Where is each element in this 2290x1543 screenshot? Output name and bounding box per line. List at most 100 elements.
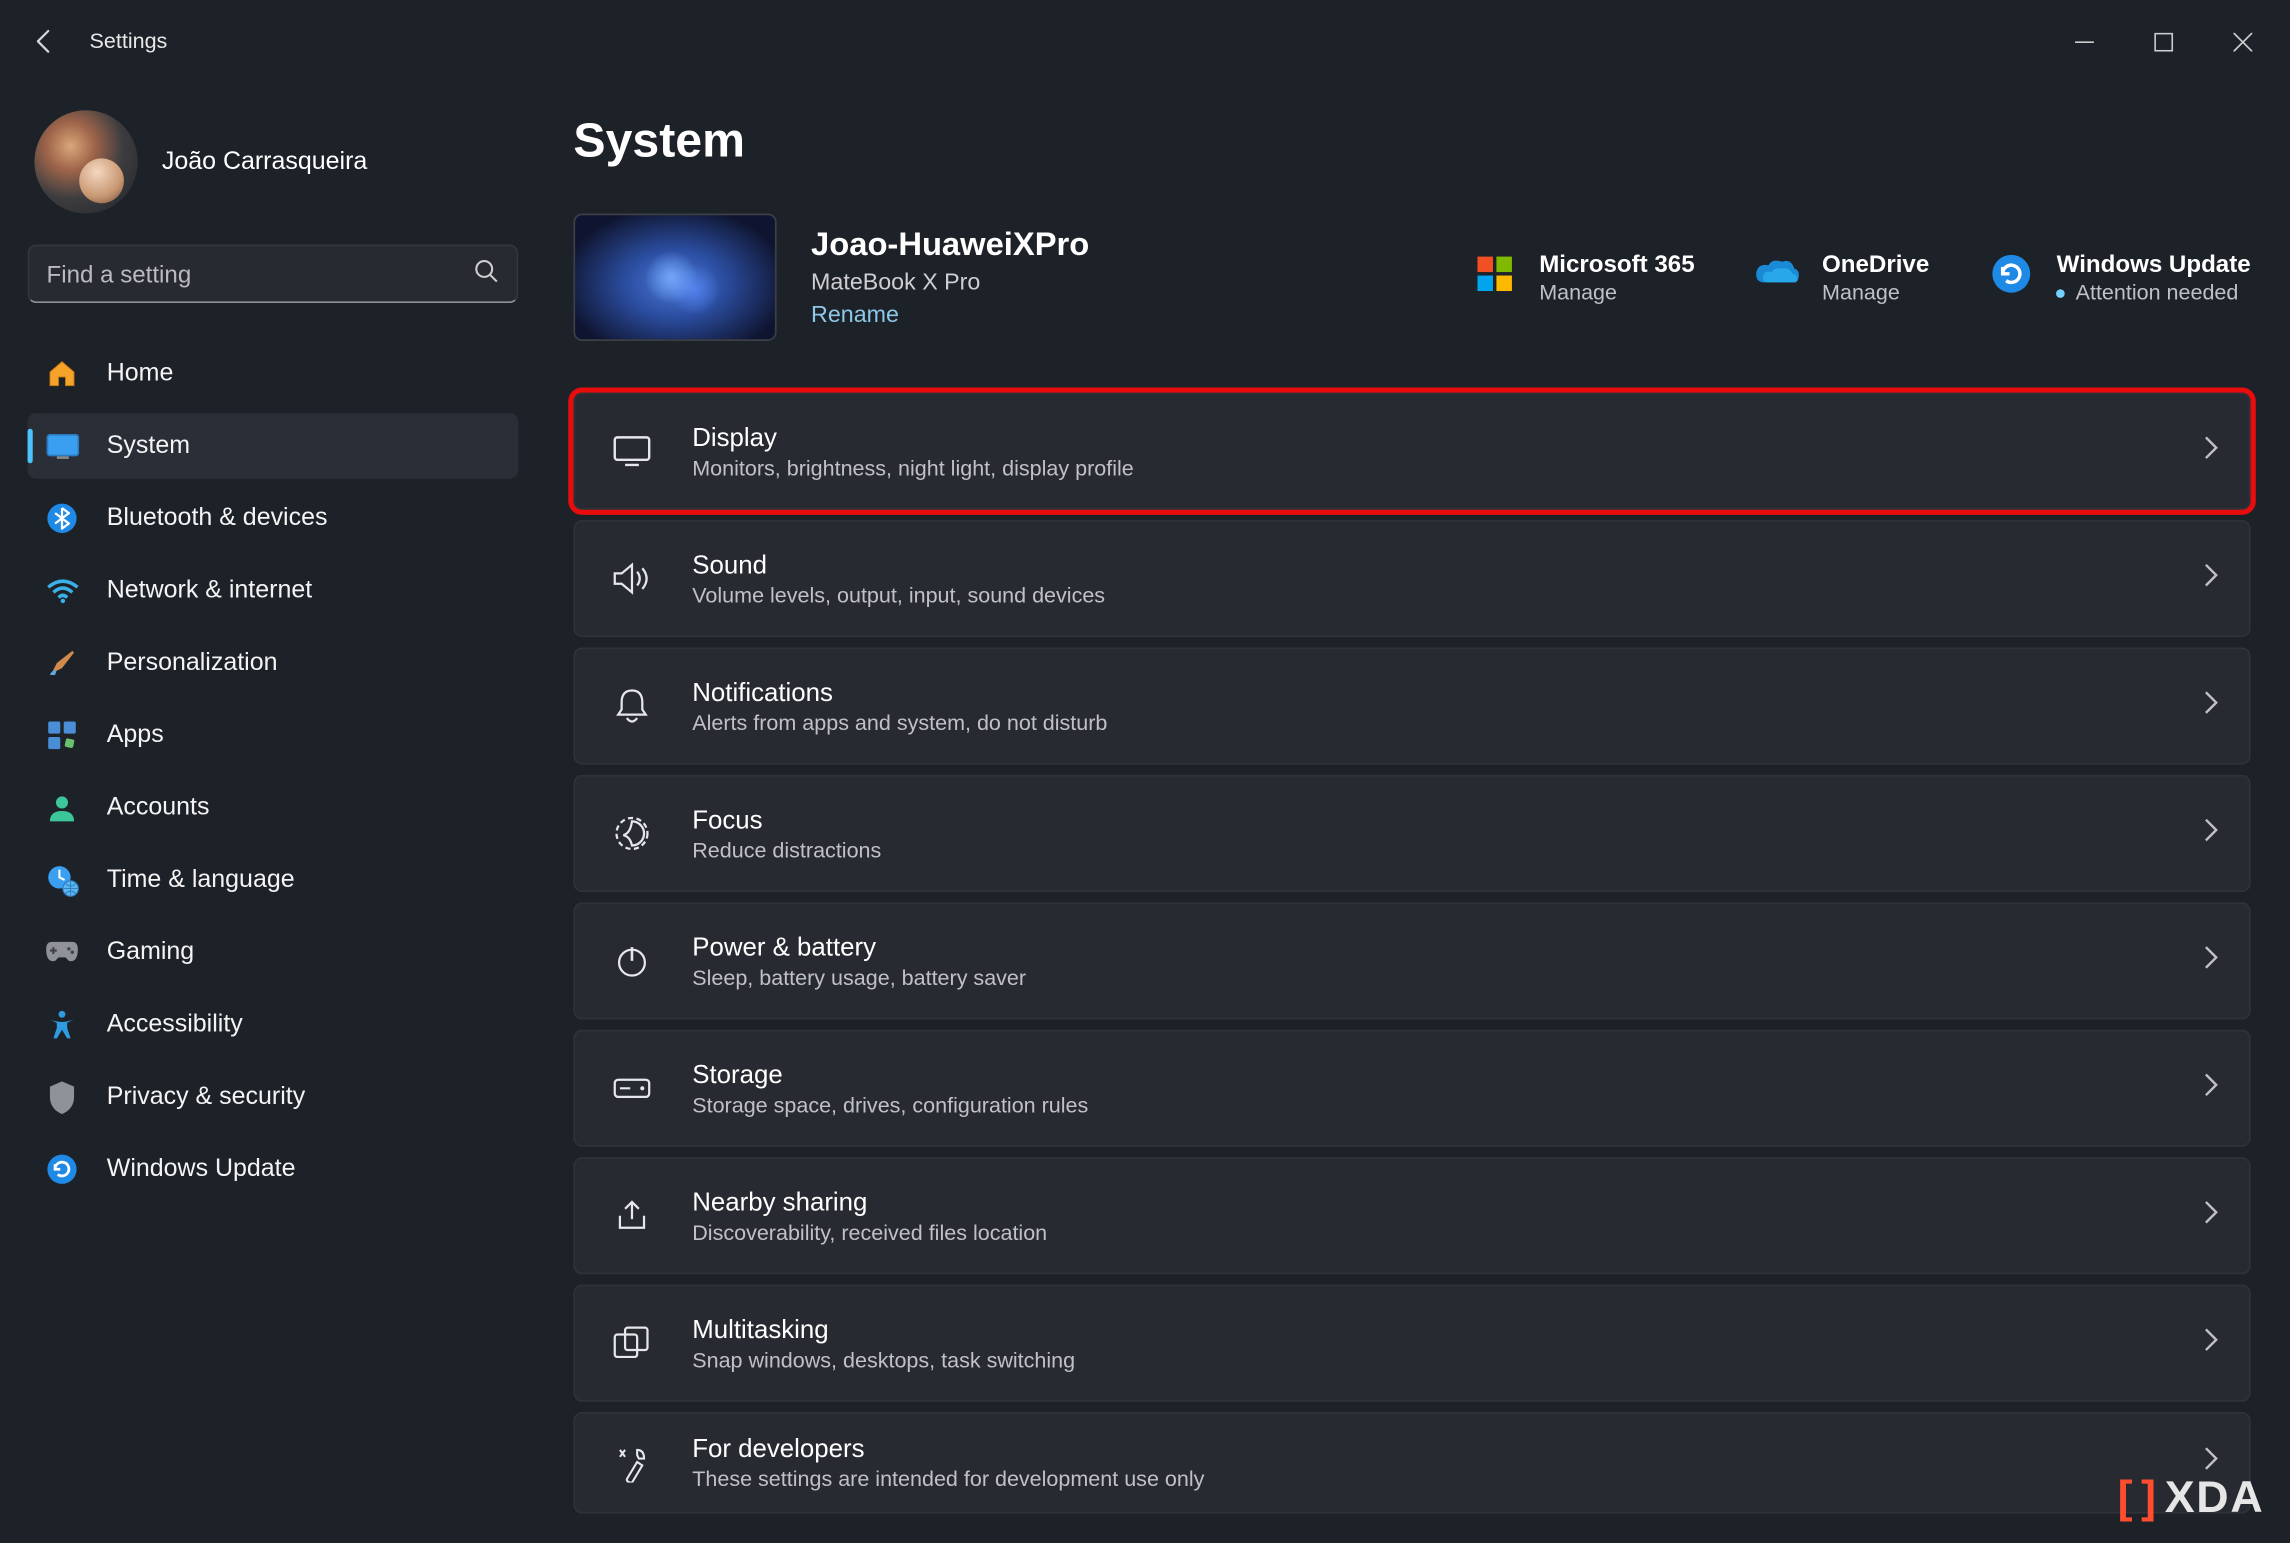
nav-system[interactable]: System: [28, 413, 519, 478]
chevron-right-icon: [2204, 1327, 2218, 1360]
close-button[interactable]: [2202, 14, 2281, 69]
card-title: Power & battery: [692, 932, 2204, 961]
search-icon: [474, 258, 500, 289]
chevron-right-icon: [2204, 562, 2218, 595]
nav-label: Bluetooth & devices: [107, 505, 328, 533]
nav-label: System: [107, 432, 190, 460]
nav-label: Privacy & security: [107, 1083, 305, 1111]
attention-dot-icon: [2057, 288, 2066, 297]
storage-icon: [603, 1078, 662, 1099]
titlebar: Settings: [0, 0, 2289, 83]
card-sub: Sleep, battery usage, battery saver: [692, 965, 2204, 989]
user-name: João Carrasqueira: [162, 148, 367, 176]
wrench-icon: [603, 1444, 662, 1482]
multitasking-icon: [603, 1326, 662, 1360]
nav-label: Accounts: [107, 794, 210, 822]
nav-privacy[interactable]: Privacy & security: [28, 1064, 519, 1129]
nav-time-language[interactable]: Time & language: [28, 847, 519, 912]
card-for-developers[interactable]: For developersThese settings are intende…: [573, 1412, 2250, 1514]
card-multitasking[interactable]: Multitasking Snap windows, desktops, task…: [573, 1285, 2250, 1402]
card-sound[interactable]: Sound Volume levels, output, input, sound…: [573, 520, 2250, 637]
card-title: Storage: [692, 1060, 2204, 1089]
nav-gaming[interactable]: Gaming: [28, 920, 519, 985]
display-icon: [603, 436, 662, 467]
card-title: For developers: [692, 1434, 2204, 1463]
card-title: Sound: [692, 550, 2204, 579]
apps-icon: [45, 718, 79, 752]
chevron-right-icon: [2204, 690, 2218, 723]
chevron-right-icon: [2204, 817, 2218, 850]
quick-title: Microsoft 365: [1539, 250, 1694, 278]
card-notifications[interactable]: NotificationsAlerts from apps and system…: [573, 647, 2250, 764]
onedrive-icon: [1753, 250, 1801, 298]
card-title: Multitasking: [692, 1315, 2204, 1344]
nav-bluetooth[interactable]: Bluetooth & devices: [28, 486, 519, 551]
maximize-button[interactable]: [2123, 14, 2202, 69]
chevron-right-icon: [2204, 945, 2218, 978]
nav-label: Apps: [107, 722, 164, 750]
nav-accounts[interactable]: Accounts: [28, 775, 519, 840]
focus-icon: [603, 815, 662, 853]
nav-accessibility[interactable]: Accessibility: [28, 992, 519, 1057]
chevron-right-icon: [2204, 1072, 2218, 1105]
paintbrush-icon: [45, 646, 79, 680]
home-icon: [45, 356, 79, 390]
card-sub: Discoverability, received files location: [692, 1220, 2204, 1244]
search-box[interactable]: [28, 245, 519, 304]
card-display[interactable]: Display Monitors, brightness, night light…: [573, 393, 2250, 510]
quick-windows-update[interactable]: Windows Update Attention needed: [1988, 250, 2251, 305]
person-icon: [45, 790, 79, 824]
card-sub: Monitors, brightness, night light, displ…: [692, 455, 2204, 479]
nav-network[interactable]: Network & internet: [28, 558, 519, 623]
sound-icon: [603, 561, 662, 595]
quick-sub: Manage: [1822, 281, 1929, 305]
quick-microsoft365[interactable]: Microsoft 365 Manage: [1470, 250, 1694, 305]
card-focus[interactable]: FocusReduce distractions: [573, 775, 2250, 892]
main-content: System Joao-HuaweiXPro MateBook X Pro Re…: [525, 83, 2288, 1538]
sidebar: João Carrasqueira Home System Bluetooth …: [0, 83, 525, 1538]
card-power[interactable]: Power & battery Sleep, battery usage, bat…: [573, 902, 2250, 1019]
nav-home[interactable]: Home: [28, 341, 519, 406]
settings-card-list: Display Monitors, brightness, night light…: [573, 393, 2250, 1514]
watermark: []XDA: [2118, 1471, 2265, 1524]
device-model: MateBook X Pro: [811, 269, 1089, 295]
bell-icon: [603, 687, 662, 725]
card-sub: Volume levels, output, input, sound devi…: [692, 583, 2204, 607]
card-storage[interactable]: Storage Storage space, drives, configurat…: [573, 1030, 2250, 1147]
chevron-right-icon: [2204, 1199, 2218, 1232]
bluetooth-icon: [45, 501, 79, 535]
nav-label: Personalization: [107, 649, 278, 677]
nav-label: Accessibility: [107, 1011, 243, 1039]
share-icon: [603, 1199, 662, 1233]
accessibility-icon: [45, 1007, 79, 1041]
card-nearby-sharing[interactable]: Nearby sharingDiscoverability, received …: [573, 1157, 2250, 1274]
device-thumbnail[interactable]: [573, 214, 776, 341]
nav-label: Network & internet: [107, 577, 312, 605]
page-title: System: [573, 114, 2250, 169]
quick-onedrive[interactable]: OneDrive Manage: [1753, 250, 1929, 305]
user-profile[interactable]: João Carrasqueira: [28, 96, 526, 244]
update-icon: [1988, 250, 2036, 298]
nav-label: Time & language: [107, 866, 295, 894]
quick-sub: Manage: [1539, 281, 1694, 305]
clock-globe-icon: [45, 863, 79, 897]
card-sub: Snap windows, desktops, task switching: [692, 1347, 2204, 1371]
nav-label: Home: [107, 360, 174, 388]
minimize-button[interactable]: [2044, 14, 2123, 69]
device-name: Joao-HuaweiXPro: [811, 227, 1089, 265]
power-icon: [603, 944, 662, 978]
nav-personalization[interactable]: Personalization: [28, 630, 519, 695]
card-sub: Storage space, drives, configuration rul…: [692, 1093, 2204, 1117]
nav-apps[interactable]: Apps: [28, 703, 519, 768]
card-title: Display: [692, 423, 2204, 452]
quick-title: Windows Update: [2057, 250, 2251, 278]
quick-sub: Attention needed: [2057, 281, 2251, 305]
chevron-right-icon: [2204, 435, 2218, 468]
system-icon: [45, 429, 79, 463]
rename-link[interactable]: Rename: [811, 301, 1089, 327]
nav-windows-update[interactable]: Windows Update: [28, 1137, 519, 1202]
back-button[interactable]: [7, 3, 83, 79]
search-input[interactable]: [46, 260, 473, 288]
gamepad-icon: [45, 935, 79, 969]
card-sub: Alerts from apps and system, do not dist…: [692, 710, 2204, 734]
